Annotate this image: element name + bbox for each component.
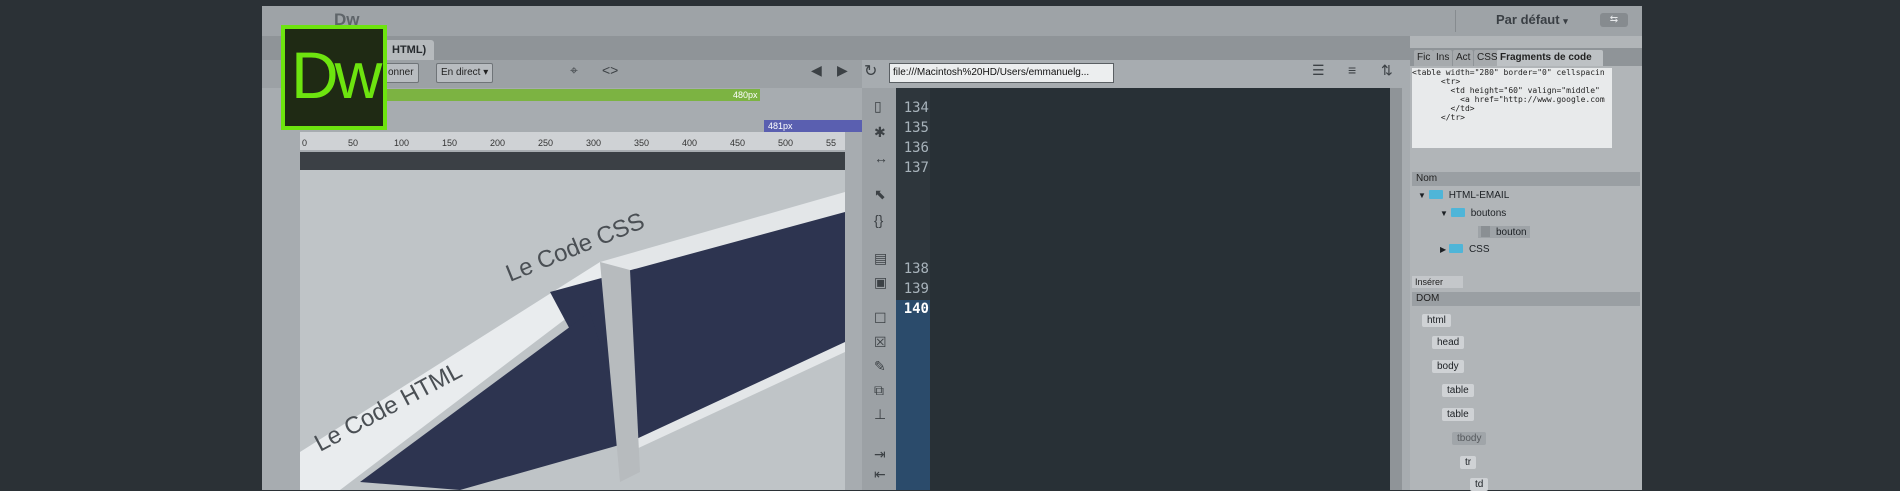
ruler-tick: 100 — [394, 138, 410, 148]
ruler-tick: 55 — [826, 138, 837, 148]
media-query-label-481: 481px — [768, 121, 793, 131]
line-number-current: 140 — [903, 301, 929, 317]
live-view-label: En direct — [441, 67, 481, 78]
dom-node-tbody[interactable]: tbody — [1452, 432, 1487, 445]
file-icon — [1481, 226, 1490, 237]
inspect-icon[interactable]: ⌖ — [570, 62, 578, 79]
chevron-down-icon: ▾ — [1563, 16, 1568, 26]
ruler-tick: 400 — [682, 138, 698, 148]
ruler: 0 50 100 150 200 250 300 350 400 450 500… — [300, 132, 845, 150]
current-line-gutter — [896, 300, 930, 490]
dom-node-table[interactable]: table — [1442, 408, 1474, 421]
workspace-switcher[interactable]: Par défaut ▾ — [1496, 12, 1568, 27]
tab-snippets[interactable]: Fragments de code — [1497, 50, 1603, 66]
expand-all-icon[interactable]: ↔ — [874, 150, 888, 166]
title-separator — [1455, 10, 1456, 32]
snippet-preview: <table width="280" border="0" cellspacin… — [1412, 68, 1612, 148]
title-bar — [262, 6, 1642, 36]
ruler-tick: 150 — [442, 138, 458, 148]
split-view-button[interactable]: onner — [383, 63, 419, 83]
comment-icon[interactable]: ☐ — [874, 310, 887, 327]
caret-down-icon: ▼ — [1440, 209, 1448, 218]
dom-node-table[interactable]: table — [1442, 384, 1474, 397]
ruler-tick: 350 — [634, 138, 650, 148]
insert-button[interactable]: Insérer — [1412, 276, 1463, 288]
line-number: 136 — [903, 140, 929, 156]
collapse-tag-icon[interactable]: ✱ — [874, 124, 886, 141]
name-column-header[interactable]: Nom — [1412, 172, 1640, 186]
visual-aids-icon[interactable]: ≡ — [1348, 62, 1356, 78]
line-number: 138 — [903, 261, 929, 277]
tree-label: bouton — [1496, 227, 1527, 238]
tree-label: boutons — [1470, 208, 1507, 219]
book-illustration: Le Code HTML Le Code CSS — [300, 152, 845, 490]
dreamweaver-logo: Dw — [281, 25, 387, 130]
tree-label: CSS — [1468, 244, 1490, 255]
remove-comment-icon[interactable]: ☒ — [874, 334, 887, 351]
highlight-invalid-icon[interactable]: ▣ — [874, 274, 887, 291]
folder-icon — [1428, 190, 1443, 199]
open-documents-icon[interactable]: ▯ — [874, 98, 882, 115]
line-number: 137 — [903, 160, 929, 176]
line-numbers-icon[interactable]: ▤ — [874, 250, 887, 267]
ruler-tick: 200 — [490, 138, 506, 148]
tab-insert[interactable]: Ins — [1433, 50, 1453, 66]
code-scrollbar[interactable] — [1390, 88, 1402, 490]
tab-assets[interactable]: Act — [1453, 50, 1474, 66]
dom-panel-header: DOM — [1412, 292, 1640, 306]
refresh-icon[interactable]: ↻ — [864, 61, 877, 81]
balance-braces-icon[interactable]: {} — [874, 212, 883, 228]
ruler-tick: 450 — [730, 138, 746, 148]
line-number: 139 — [903, 281, 929, 297]
workspace-label: Par défaut — [1496, 12, 1560, 27]
tree-item-css[interactable]: ▶ CSS — [1440, 244, 1490, 255]
tree-item-boutons[interactable]: ▼ boutons — [1440, 208, 1506, 219]
code-view[interactable] — [896, 88, 1390, 490]
outdent-icon[interactable]: ⇤ — [874, 466, 886, 483]
document-tab[interactable]: HTML) — [384, 40, 435, 60]
forward-icon[interactable]: ▶ — [837, 62, 848, 79]
tab-files[interactable]: Fic — [1414, 50, 1434, 66]
recent-snippets-icon[interactable]: ⧉ — [874, 382, 884, 399]
tree-item-html-email[interactable]: ▼ HTML-EMAIL — [1418, 190, 1509, 201]
tree-label: HTML-EMAIL — [1448, 190, 1510, 201]
ruler-tick: 50 — [348, 138, 359, 148]
logo-text: Dw — [291, 38, 382, 112]
ruler-tick: 0 — [302, 138, 308, 148]
ruler-tick: 250 — [538, 138, 554, 148]
select-parent-icon[interactable]: ⬉ — [874, 186, 886, 203]
dom-node-head[interactable]: head — [1432, 336, 1465, 349]
address-bar[interactable]: file:///Macintosh%20HD/Users/emmanuelg..… — [889, 63, 1114, 83]
ruler-tick: 500 — [778, 138, 794, 148]
address-url: file:///Macintosh%20HD/Users/emmanuelg..… — [893, 67, 1090, 78]
sort-icon[interactable]: ⇅ — [1381, 62, 1393, 79]
live-view-button[interactable]: En direct ▾ — [436, 63, 494, 83]
dom-node-html[interactable]: html — [1422, 314, 1451, 327]
caret-right-icon: ▶ — [1440, 245, 1447, 254]
back-icon[interactable]: ◀ — [811, 62, 822, 79]
media-query-bar-481[interactable]: 481px — [764, 120, 864, 132]
dom-node-td[interactable]: td — [1470, 478, 1489, 491]
move-css-icon[interactable]: ⊥ — [874, 406, 886, 423]
media-query-label-480: 480px — [732, 90, 758, 100]
sync-settings-icon[interactable]: ⇆ — [1600, 13, 1628, 27]
dom-node-body[interactable]: body — [1432, 360, 1464, 373]
file-management-icon[interactable]: ☰ — [1312, 62, 1325, 79]
folder-icon — [1448, 244, 1463, 253]
ruler-tick: 300 — [586, 138, 602, 148]
wrap-tag-icon[interactable]: ✎ — [874, 358, 886, 375]
line-number: 135 — [903, 120, 929, 136]
indent-icon[interactable]: ⇥ — [874, 446, 886, 463]
dom-node-tr[interactable]: tr — [1460, 456, 1477, 469]
caret-down-icon: ▼ — [1418, 191, 1426, 200]
design-view[interactable]: Le Code HTML Le Code CSS — [300, 152, 845, 490]
tree-item-bouton[interactable]: bouton — [1478, 226, 1530, 238]
chevron-down-icon: ▾ — [483, 67, 489, 78]
code-navigator-icon[interactable]: <> — [602, 62, 618, 78]
folder-icon — [1450, 208, 1465, 217]
line-number: 134 — [903, 100, 929, 116]
